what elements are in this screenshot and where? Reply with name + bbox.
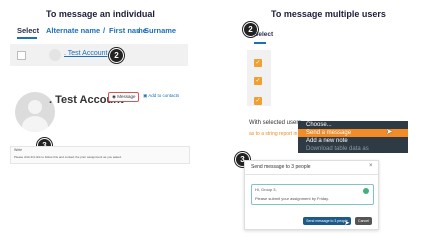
dropdown-option[interactable]: Download table data as <box>298 145 408 153</box>
column-alternate-name-header[interactable]: Alternate name <box>46 26 100 35</box>
message-button-label: Message <box>117 94 136 99</box>
emoji-icon[interactable] <box>363 188 369 194</box>
step-badge-2: 2 <box>109 48 124 63</box>
modal-divider <box>245 174 378 175</box>
column-select-header: Select <box>17 26 40 35</box>
right-section-title: To message multiple users <box>271 9 386 19</box>
dropdown-option[interactable]: Add a new note <box>298 137 408 145</box>
mouse-cursor-icon: ➤ <box>386 127 393 136</box>
avatar <box>49 49 61 61</box>
chat-icon: ◉ <box>112 94 116 99</box>
bulk-action-dropdown[interactable]: Choose... Send a message Add a new note … <box>298 121 408 153</box>
mouse-cursor-icon: ➤ <box>344 220 350 227</box>
left-section-title: To message an individual <box>46 9 155 19</box>
address-card-icon: ▣ <box>143 93 148 98</box>
message-button[interactable]: ◉ Message <box>108 92 140 102</box>
report-link[interactable]: as to a string report in <box>249 131 297 137</box>
column-separator: / <box>103 26 106 35</box>
send-message-modal: Send message to 3 people × Hi, Group 3, … <box>244 160 379 230</box>
column-separator: / <box>138 26 141 35</box>
column-surname-header[interactable]: Surname <box>144 26 176 35</box>
panel-label: Write <box>14 148 23 152</box>
select-underline <box>17 37 37 39</box>
message-line-2: Please submit your assignment by Friday. <box>255 196 329 201</box>
message-panel: Write Please click this link to follow t… <box>10 146 190 164</box>
row-checkbox[interactable]: ✓ <box>254 59 262 67</box>
message-line-1: Hi, Group 3, <box>255 187 277 192</box>
row-checkbox[interactable] <box>17 51 26 60</box>
select-underline <box>254 42 266 44</box>
add-to-contacts-link[interactable]: ▣ Add to contacts <box>143 93 179 99</box>
column-select-header: Select <box>254 31 274 38</box>
row-checkbox[interactable]: ✓ <box>254 77 262 85</box>
row-checkbox[interactable]: ✓ <box>254 97 262 105</box>
panel-text: Please click this link to follow this an… <box>14 155 122 159</box>
close-icon[interactable]: × <box>369 163 373 169</box>
row-user-name-link[interactable]: . Test Account <box>64 50 107 57</box>
column-first-name-header[interactable]: First name <box>109 26 147 35</box>
message-textarea[interactable]: Hi, Group 3, Please submit your assignme… <box>251 184 374 205</box>
modal-title: Send message to 3 people <box>251 164 311 170</box>
add-to-contacts-label: Add to contacts <box>148 93 180 98</box>
cancel-button[interactable]: Cancel <box>355 217 372 225</box>
